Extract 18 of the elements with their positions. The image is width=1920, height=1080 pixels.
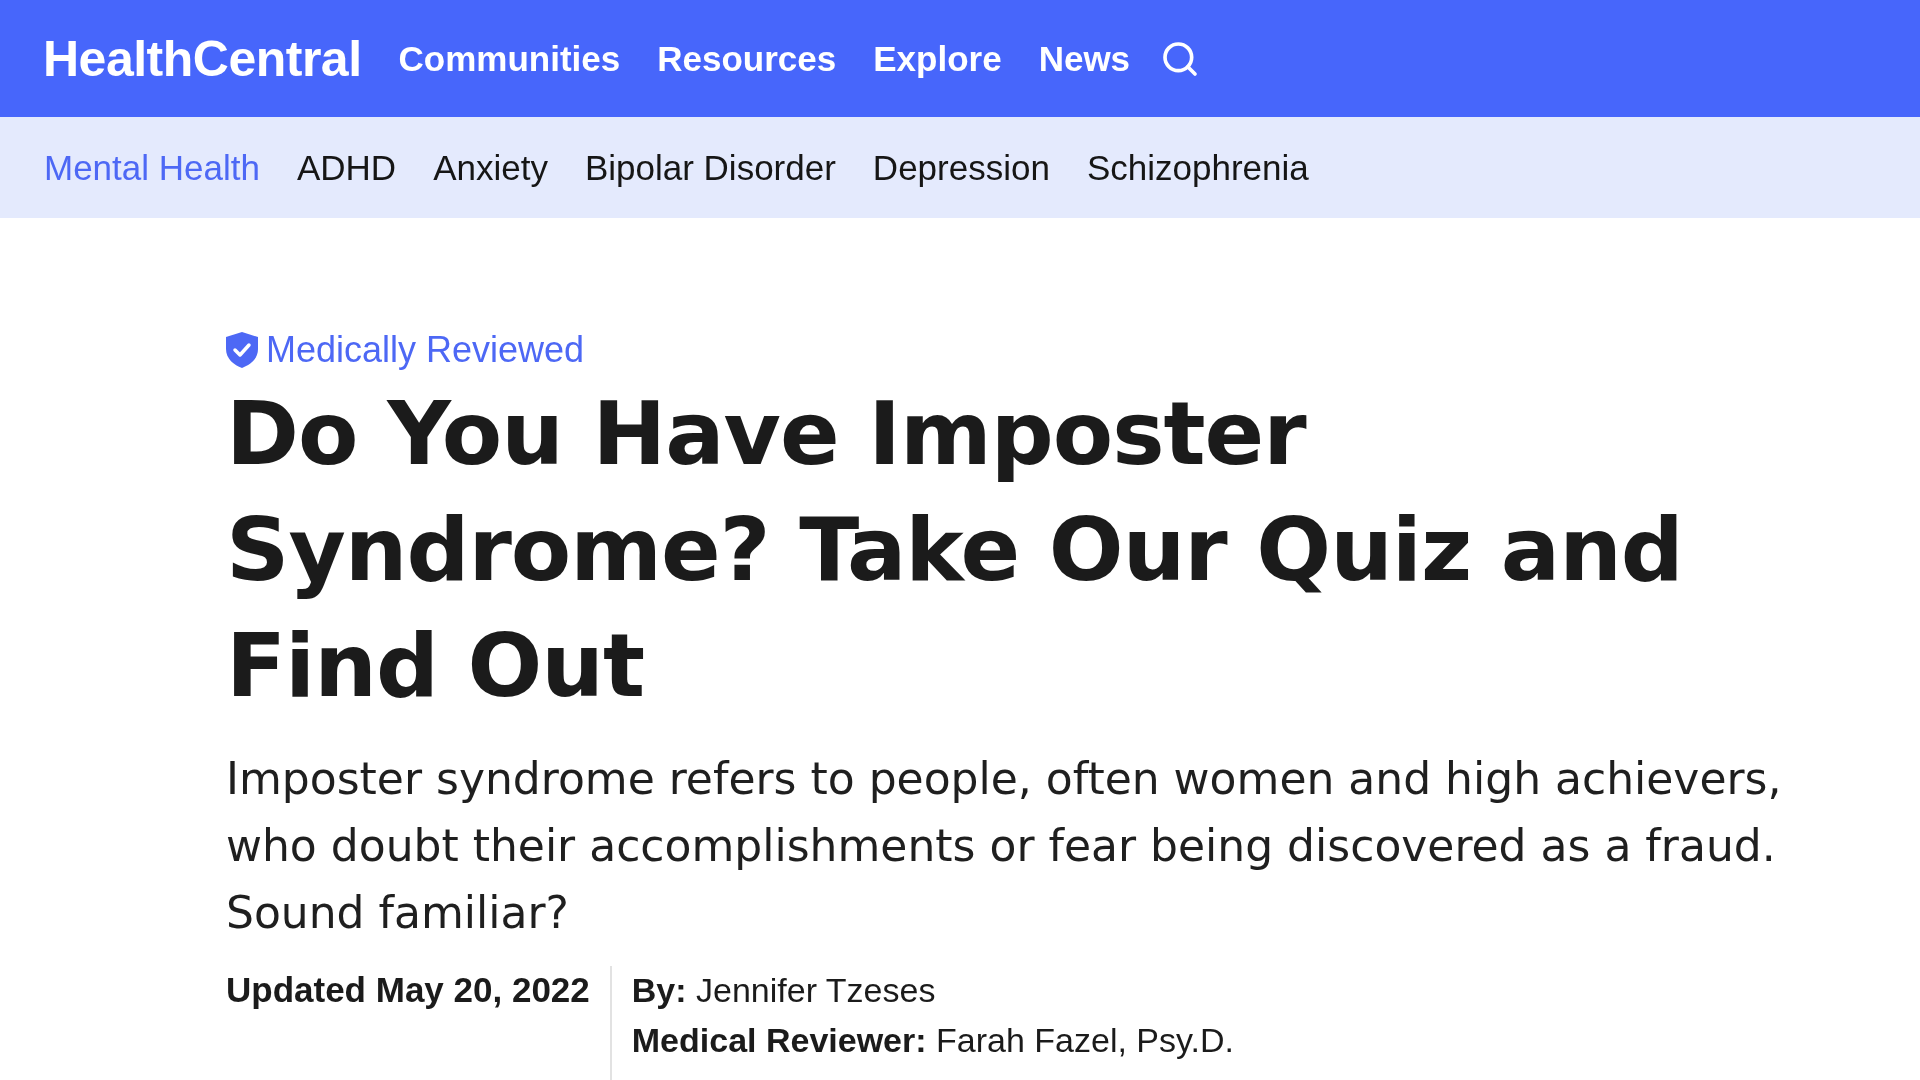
- nav-link[interactable]: News: [1038, 41, 1131, 76]
- updated-date: Updated May 20, 2022: [226, 969, 591, 1011]
- sub-nav-link[interactable]: Schizophrenia: [1086, 150, 1309, 185]
- article-title: Do You Have Imposter Syndrome? Take Our Quiz and Find Out: [226, 381, 1684, 719]
- credit-line: Medical Reviewer: Farah Fazel, Psy.D.: [631, 1020, 1234, 1061]
- review-badge-text: Medically Reviewed: [266, 332, 585, 368]
- sub-nav-link[interactable]: Mental Health: [44, 150, 260, 185]
- sub-nav-link[interactable]: ADHD: [296, 150, 397, 185]
- sub-nav-link[interactable]: Anxiety: [433, 150, 548, 185]
- nav-link[interactable]: Resources: [657, 41, 837, 76]
- shield-check-icon: [226, 332, 258, 368]
- sub-nav-link[interactable]: Bipolar Disorder: [584, 150, 836, 185]
- credit-line: By: Jennifer Tzeses: [631, 970, 937, 1011]
- nav-link[interactable]: Communities: [398, 41, 621, 76]
- site-logo[interactable]: HealthCentral: [43, 33, 362, 84]
- nav-link[interactable]: Explore: [873, 41, 1002, 76]
- sub-nav-link[interactable]: Depression: [872, 150, 1050, 185]
- article-description: Imposter syndrome refers to people, often women and high achievers, who doubt their accomplishments or fear being discovered as a fraud. Sound familiar?: [226, 752, 1783, 940]
